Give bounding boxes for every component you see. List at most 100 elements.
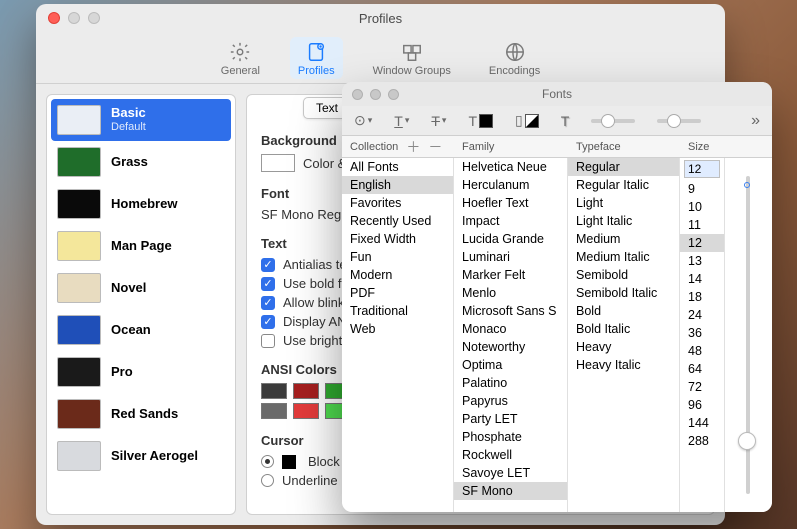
slider-knob[interactable] [738,432,756,450]
collection-item[interactable]: PDF [342,284,453,302]
size-item[interactable]: 13 [680,252,724,270]
family-item[interactable]: Marker Felt [454,266,567,284]
typeface-item[interactable]: Medium Italic [568,248,679,266]
collection-item[interactable]: Fun [342,248,453,266]
profile-row-ocean[interactable]: Ocean [51,309,231,351]
tab-general[interactable]: General [213,37,268,79]
family-item[interactable]: Herculanum [454,176,567,194]
zoom-button[interactable] [88,12,100,24]
profile-row-pro[interactable]: Pro [51,351,231,393]
collection-item[interactable]: Fixed Width [342,230,453,248]
collection-item[interactable]: Favorites [342,194,453,212]
profile-row-silver-aerogel[interactable]: Silver Aerogel [51,435,231,477]
size-item[interactable]: 14 [680,270,724,288]
close-button[interactable] [48,12,60,24]
family-item[interactable]: Impact [454,212,567,230]
family-item[interactable]: Rockwell [454,446,567,464]
shadow-opacity-slider[interactable] [591,119,635,123]
typeface-item[interactable]: Semibold [568,266,679,284]
radio[interactable] [261,455,274,468]
family-item[interactable]: Optima [454,356,567,374]
size-list[interactable]: 9101112131418243648647296144288 [680,180,724,512]
checkbox[interactable]: ✓ [261,296,275,310]
close-button[interactable] [352,89,363,100]
family-item[interactable]: SF Mono [454,482,567,500]
tab-profiles[interactable]: Profiles [290,37,343,79]
size-item[interactable]: 64 [680,360,724,378]
typeface-item[interactable]: Regular [568,158,679,176]
collection-item[interactable]: All Fonts [342,158,453,176]
profile-row-man-page[interactable]: Man Page [51,225,231,267]
collection-item[interactable]: English [342,176,453,194]
size-item[interactable]: 10 [680,198,724,216]
ansi-color-well[interactable] [293,403,319,419]
profile-row-homebrew[interactable]: Homebrew [51,183,231,225]
family-item[interactable]: Papyrus [454,392,567,410]
family-item[interactable]: Lucida Grande [454,230,567,248]
shadow-toggle[interactable]: T [561,113,570,129]
family-item[interactable]: Monaco [454,320,567,338]
shadow-blur-slider[interactable] [657,119,701,123]
collection-item[interactable]: Recently Used [342,212,453,230]
typeface-item[interactable]: Medium [568,230,679,248]
ansi-color-well[interactable] [261,383,287,399]
background-color-well[interactable] [261,154,295,172]
family-item[interactable]: Helvetica Neue [454,158,567,176]
ansi-color-well[interactable] [293,383,319,399]
minimize-button[interactable] [68,12,80,24]
collection-item[interactable]: Traditional [342,302,453,320]
family-item[interactable]: Microsoft Sans S [454,302,567,320]
typeface-item[interactable]: Bold Italic [568,320,679,338]
profile-row-grass[interactable]: Grass [51,141,231,183]
size-item[interactable]: 288 [680,432,724,450]
minimize-button[interactable] [370,89,381,100]
collection-list[interactable]: All FontsEnglishFavoritesRecently UsedFi… [342,158,454,512]
overflow-button[interactable]: » [751,112,760,130]
size-item[interactable]: 24 [680,306,724,324]
profiles-titlebar[interactable]: Profiles [36,4,725,32]
checkbox[interactable] [261,334,275,348]
typeface-item[interactable]: Bold [568,302,679,320]
typeface-item[interactable]: Light [568,194,679,212]
profile-row-red-sands[interactable]: Red Sands [51,393,231,435]
typeface-item[interactable]: Regular Italic [568,176,679,194]
tab-window-groups[interactable]: Window Groups [365,37,459,79]
underline-menu[interactable]: T▾ [394,113,409,129]
document-color-well[interactable]: ▯ [515,112,539,129]
zoom-button[interactable] [388,89,399,100]
add-collection-button[interactable]: ＋ [406,137,420,157]
size-slider[interactable] [725,158,771,512]
checkbox[interactable]: ✓ [261,258,275,272]
size-item[interactable]: 12 [680,234,724,252]
size-input[interactable] [684,160,720,178]
family-item[interactable]: Luminari [454,248,567,266]
family-item[interactable]: Hoefler Text [454,194,567,212]
typeface-item[interactable]: Heavy Italic [568,356,679,374]
typeface-item[interactable]: Semibold Italic [568,284,679,302]
typeface-list[interactable]: RegularRegular ItalicLightLight ItalicMe… [568,158,680,512]
checkbox[interactable]: ✓ [261,277,275,291]
fonts-titlebar[interactable]: Fonts [342,82,772,106]
tab-encodings[interactable]: Encodings [481,37,548,79]
family-item[interactable]: Phosphate [454,428,567,446]
ansi-color-well[interactable] [261,403,287,419]
size-item[interactable]: 144 [680,414,724,432]
typeface-item[interactable]: Light Italic [568,212,679,230]
family-item[interactable]: Savoye LET [454,464,567,482]
family-item[interactable]: Noteworthy [454,338,567,356]
family-item[interactable]: Palatino [454,374,567,392]
size-item[interactable]: 36 [680,324,724,342]
profiles-list[interactable]: BasicDefaultGrassHomebrewMan PageNovelOc… [46,94,236,515]
profile-row-basic[interactable]: BasicDefault [51,99,231,141]
size-item[interactable]: 96 [680,396,724,414]
typeface-item[interactable]: Heavy [568,338,679,356]
size-item[interactable]: 11 [680,216,724,234]
profile-row-novel[interactable]: Novel [51,267,231,309]
family-item[interactable]: Menlo [454,284,567,302]
collection-item[interactable]: Modern [342,266,453,284]
size-item[interactable]: 48 [680,342,724,360]
family-item[interactable]: Party LET [454,410,567,428]
checkbox[interactable]: ✓ [261,315,275,329]
action-menu[interactable]: ⊙▾ [354,112,372,129]
collection-item[interactable]: Web [342,320,453,338]
